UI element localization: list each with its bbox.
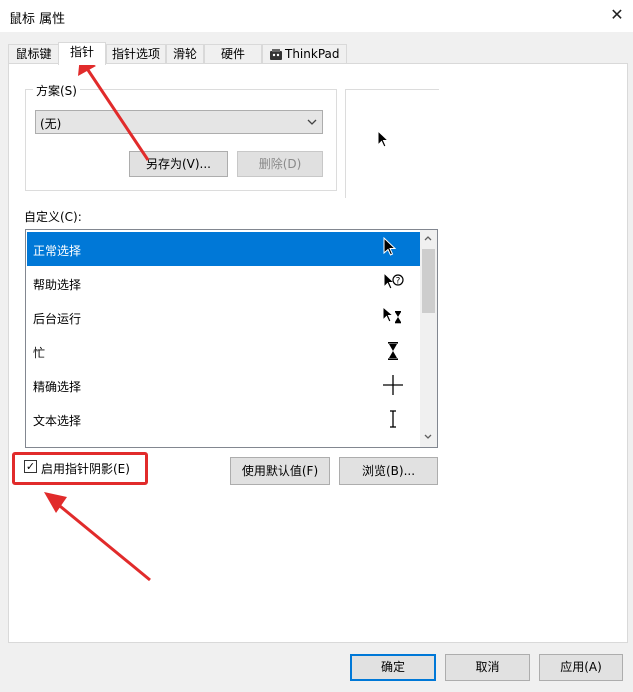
cancel-button[interactable]: 取消 (445, 654, 530, 681)
cancel-label: 取消 (475, 660, 500, 674)
annotation-arrows (44, 56, 151, 582)
tab-pointers[interactable]: 指针 (58, 42, 106, 65)
apply-label: 应用(A) (560, 660, 602, 674)
apply-button[interactable]: 应用(A) (539, 654, 623, 681)
tab-label: 指针 (69, 45, 94, 59)
ok-label: 确定 (380, 660, 405, 674)
ok-button[interactable]: 确定 (350, 654, 436, 681)
